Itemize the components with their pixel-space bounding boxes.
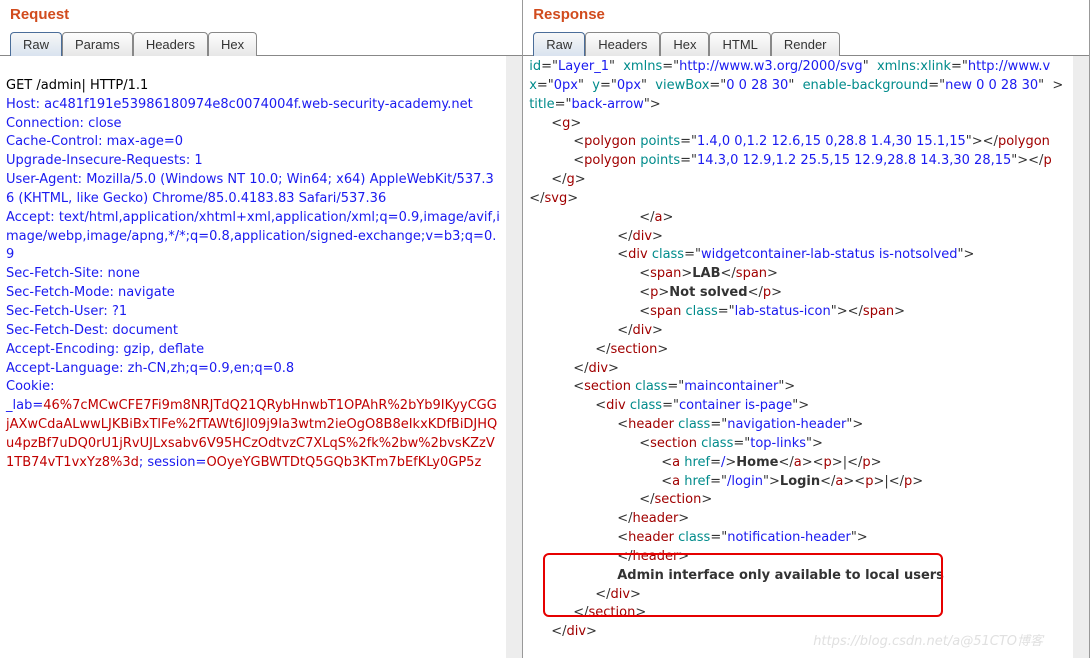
- div-close: </div>: [529, 360, 1067, 379]
- request-header: Sec-Fetch-User: ?1: [6, 304, 127, 319]
- tab-headers[interactable]: Headers: [585, 32, 660, 56]
- tab-raw[interactable]: Raw: [10, 32, 62, 56]
- request-header: Cookie:: [6, 379, 55, 394]
- svg-close: </svg>: [529, 190, 1067, 209]
- response-scrollbar[interactable]: [1073, 56, 1089, 658]
- section-close: </section>: [529, 341, 1067, 360]
- section-close: </section>: [529, 604, 1067, 623]
- div-close: </div>: [529, 322, 1067, 341]
- tab-html[interactable]: HTML: [709, 32, 770, 56]
- cookie-lab-name: _lab: [6, 398, 32, 413]
- widget-div: <div class="widgetcontainer-lab-status i…: [529, 246, 1067, 265]
- g-close: </g>: [529, 171, 1067, 190]
- request-header: Host: ac481f191e53986180974e8c0074004f.w…: [6, 97, 473, 112]
- request-panel: Request Raw Params Headers Hex GET /admi…: [0, 0, 523, 658]
- main-section: <section class="maincontainer">: [529, 378, 1067, 397]
- request-header: Sec-Fetch-Dest: document: [6, 323, 178, 338]
- div-close: </div>: [529, 228, 1067, 247]
- g-open: <g>: [529, 115, 1067, 134]
- tab-hex[interactable]: Hex: [208, 32, 257, 56]
- response-scroll-thumb[interactable]: [1074, 316, 1088, 496]
- tab-params[interactable]: Params: [62, 32, 133, 56]
- tab-hex[interactable]: Hex: [660, 32, 709, 56]
- section-close: </section>: [529, 491, 1067, 510]
- notif-header: <header class="notification-header">: [529, 529, 1067, 548]
- tab-raw[interactable]: Raw: [533, 32, 585, 56]
- nav-header: <header class="navigation-header">: [529, 416, 1067, 435]
- cookie-session-value: OOyeYGBWTDtQ5GQb3KTm7bEfKLy0GP5z: [206, 455, 481, 470]
- request-header: Sec-Fetch-Mode: navigate: [6, 285, 175, 300]
- polygon1: <polygon points="1.4,0 0,1.2 12.6,15 0,2…: [529, 133, 1067, 152]
- request-header: Sec-Fetch-Site: none: [6, 266, 140, 281]
- request-header: Upgrade-Insecure-Requests: 1: [6, 153, 203, 168]
- watermark: https://blog.csdn.net/a@51CTO博客: [813, 633, 1043, 652]
- request-tabbar: Raw Params Headers Hex: [0, 27, 522, 55]
- response-tabbar: Raw Headers Hex HTML Render: [523, 27, 1089, 55]
- container-div: <div class="container is-page">: [529, 397, 1067, 416]
- response-raw-content[interactable]: id="Layer_1" xmlns="http://www.w3.org/20…: [523, 56, 1089, 658]
- request-header: Accept-Language: zh-CN,zh;q=0.9,en;q=0.8: [6, 361, 294, 376]
- request-header: Connection: close: [6, 116, 122, 131]
- tab-render[interactable]: Render: [771, 32, 840, 56]
- login-link: <a href="/login">Login</a><p>|</p>: [529, 473, 1067, 492]
- notsolved-p: <p>Not solved</p>: [529, 284, 1067, 303]
- home-link: <a href=/>Home</a><p>|</p>: [529, 454, 1067, 473]
- request-header: Accept: text/html,application/xhtml+xml,…: [6, 210, 500, 263]
- request-header: Cache-Control: max-age=0: [6, 134, 183, 149]
- svg-open: id="Layer_1" xmlns="http://www.w3.org/20…: [529, 58, 1067, 77]
- a-close: </a>: [529, 209, 1067, 228]
- tab-headers[interactable]: Headers: [133, 32, 208, 56]
- request-title: Request: [0, 0, 522, 27]
- toplinks-section: <section class="top-links">: [529, 435, 1067, 454]
- polygon2: <polygon points="14.3,0 12.9,1.2 25.5,15…: [529, 152, 1067, 171]
- request-scroll-thumb[interactable]: [507, 56, 521, 356]
- request-raw-content[interactable]: GET /admin| HTTP/1.1 Host: ac481f191e539…: [0, 56, 522, 658]
- response-panel: Response Raw Headers Hex HTML Render id=…: [523, 0, 1090, 658]
- admin-message: Admin interface only available to local …: [529, 567, 1067, 586]
- div-close: </div>: [529, 586, 1067, 605]
- request-header: Accept-Encoding: gzip, deflate: [6, 342, 204, 357]
- svg-row2: x="0px" y="0px" viewBox="0 0 28 30" enab…: [529, 77, 1067, 96]
- header-close: </header>: [529, 510, 1067, 529]
- svg-title: title="back-arrow">: [529, 96, 1067, 115]
- cookie-session-name: session: [147, 455, 195, 470]
- request-header: User-Agent: Mozilla/5.0 (Windows NT 10.0…: [6, 172, 494, 206]
- response-title: Response: [523, 0, 1089, 27]
- request-scrollbar[interactable]: [506, 56, 522, 658]
- lab-span: <span>LAB</span>: [529, 265, 1067, 284]
- header-close: </header>: [529, 548, 1067, 567]
- labicon-span: <span class="lab-status-icon"></span>: [529, 303, 1067, 322]
- request-line: GET /admin| HTTP/1.1: [6, 78, 148, 93]
